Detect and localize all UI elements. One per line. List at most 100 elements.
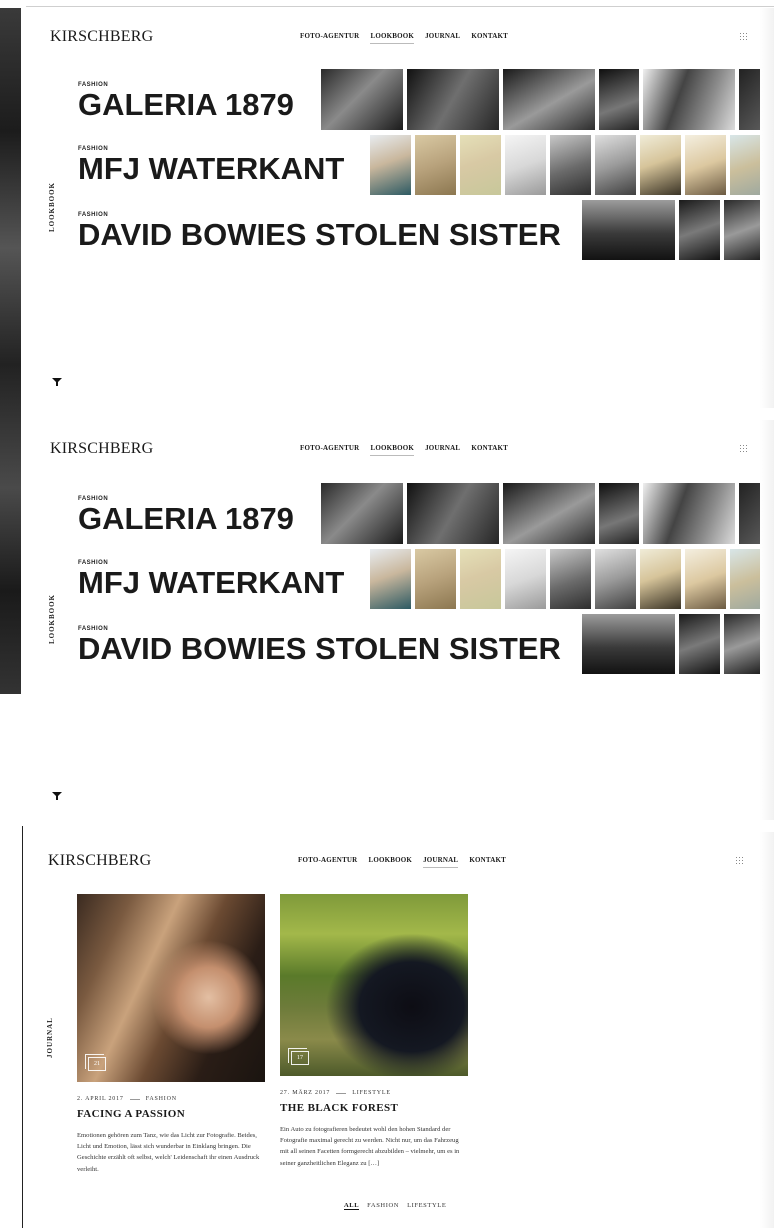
bowie-photo-strip[interactable]	[582, 200, 774, 260]
photo-thumbnail[interactable]	[321, 69, 403, 130]
post-date: 27. MÄRZ 2017	[280, 1090, 331, 1096]
entry-title[interactable]: GALERIA 1879	[78, 503, 294, 534]
post-date: 2. APRIL 2017	[77, 1096, 124, 1102]
photo-thumbnail[interactable]	[550, 135, 591, 195]
photo-thumbnail[interactable]	[679, 200, 720, 260]
photo-thumbnail[interactable]	[370, 135, 411, 195]
post-meta: 27. MÄRZ 2017 LIFESTYLE	[280, 1090, 468, 1096]
nav-kontakt[interactable]: KONTAKT	[469, 856, 506, 868]
nav-lookbook[interactable]: LOOKBOOK	[370, 32, 415, 44]
photo-thumbnail[interactable]	[407, 69, 499, 130]
entry-title[interactable]: GALERIA 1879	[78, 89, 294, 120]
meta-divider	[336, 1092, 347, 1094]
photo-thumbnail[interactable]	[582, 614, 675, 674]
background-photo-edge	[0, 8, 21, 694]
meta-divider	[129, 1098, 140, 1100]
nav-kontakt[interactable]: KONTAKT	[471, 32, 508, 44]
lookbook-page-1: KIRSCHBERG FOTO-AGENTUR LOOKBOOK JOURNAL…	[26, 8, 774, 408]
galeria-photo-strip[interactable]	[321, 69, 774, 130]
post-meta: 2. APRIL 2017 FASHION	[77, 1096, 265, 1102]
photo-thumbnail[interactable]	[415, 549, 456, 609]
lookbook-entry-bowie[interactable]: FASHION DAVID BOWIES STOLEN SISTER	[78, 212, 561, 250]
brand-logo[interactable]: KIRSCHBERG	[50, 28, 153, 46]
photo-thumbnail[interactable]	[685, 135, 726, 195]
entry-title[interactable]: DAVID BOWIES STOLEN SISTER	[78, 219, 561, 250]
photo-thumbnail[interactable]	[550, 549, 591, 609]
entry-title[interactable]: DAVID BOWIES STOLEN SISTER	[78, 633, 561, 664]
scroll-shade	[760, 420, 774, 820]
main-nav: FOTO-AGENTUR LOOKBOOK JOURNAL KONTAKT	[298, 856, 506, 868]
nav-foto-agentur[interactable]: FOTO-AGENTUR	[298, 856, 357, 868]
galeria-photo-strip[interactable]	[321, 483, 774, 544]
entry-title[interactable]: MFJ WATERKANT	[78, 153, 344, 184]
nav-foto-agentur[interactable]: FOTO-AGENTUR	[300, 32, 359, 44]
photo-thumbnail[interactable]	[643, 483, 735, 544]
filter-icon[interactable]	[52, 378, 62, 386]
category-filter-bar: ALL FASHION LIFESTYLE	[344, 1202, 446, 1210]
photo-thumbnail[interactable]	[599, 69, 639, 130]
post-title[interactable]: THE BLACK FOREST	[280, 1102, 468, 1114]
photo-thumbnail[interactable]	[460, 549, 501, 609]
photo-thumbnail[interactable]	[460, 135, 501, 195]
post-category[interactable]: LIFESTYLE	[352, 1090, 391, 1096]
photo-thumbnail[interactable]	[503, 483, 595, 544]
photo-thumbnail[interactable]	[724, 200, 765, 260]
photo-thumbnail[interactable]	[679, 614, 720, 674]
entry-title[interactable]: MFJ WATERKANT	[78, 567, 344, 598]
post-category[interactable]: FASHION	[146, 1096, 177, 1102]
gallery-count-icon: 17	[288, 1048, 309, 1065]
waterkant-photo-strip[interactable]	[370, 549, 771, 609]
photo-thumbnail[interactable]	[595, 135, 636, 195]
photo-thumbnail[interactable]	[724, 614, 765, 674]
top-border	[26, 6, 774, 7]
photo-thumbnail[interactable]	[582, 200, 675, 260]
photo-thumbnail[interactable]	[599, 483, 639, 544]
grid-icon[interactable]	[740, 445, 747, 452]
nav-journal[interactable]: JOURNAL	[423, 856, 459, 868]
lookbook-entry-bowie[interactable]: FASHION DAVID BOWIES STOLEN SISTER	[78, 626, 561, 664]
photo-thumbnail[interactable]	[505, 549, 546, 609]
journal-post-card[interactable]: 21 2. APRIL 2017 FASHION FACING A PASSIO…	[77, 894, 265, 1175]
scroll-shade	[760, 832, 774, 1228]
waterkant-photo-strip[interactable]	[370, 135, 771, 195]
photo-thumbnail[interactable]	[640, 549, 681, 609]
lookbook-entry-waterkant[interactable]: FASHION MFJ WATERKANT	[78, 146, 344, 184]
nav-lookbook[interactable]: LOOKBOOK	[370, 444, 415, 456]
photo-thumbnail[interactable]	[685, 549, 726, 609]
filter-lifestyle[interactable]: LIFESTYLE	[407, 1202, 446, 1210]
photo-thumbnail[interactable]	[595, 549, 636, 609]
post-excerpt: Ein Auto zu fotografieren bedeutet wohl …	[280, 1126, 460, 1167]
photo-thumbnail[interactable]	[503, 69, 595, 130]
journal-page: KIRSCHBERG FOTO-AGENTUR LOOKBOOK JOURNAL…	[24, 832, 774, 1228]
filter-fashion[interactable]: FASHION	[367, 1202, 399, 1210]
photo-thumbnail[interactable]	[321, 483, 403, 544]
filter-all[interactable]: ALL	[344, 1202, 360, 1210]
grid-icon[interactable]	[740, 33, 747, 40]
photo-thumbnail[interactable]	[643, 69, 735, 130]
nav-journal[interactable]: JOURNAL	[425, 32, 460, 44]
main-nav: FOTO-AGENTUR LOOKBOOK JOURNAL KONTAKT	[300, 444, 508, 456]
journal-post-card[interactable]: 17 27. MÄRZ 2017 LIFESTYLE THE BLACK FOR…	[280, 894, 468, 1169]
photo-thumbnail[interactable]	[415, 135, 456, 195]
section-label-vertical: LOOKBOOK	[48, 593, 56, 644]
post-image[interactable]: 21	[77, 894, 265, 1082]
post-image[interactable]: 17	[280, 894, 468, 1076]
photo-thumbnail[interactable]	[370, 549, 411, 609]
post-title[interactable]: FACING A PASSION	[77, 1108, 265, 1120]
lookbook-entry-galeria[interactable]: FASHION GALERIA 1879	[78, 496, 294, 534]
photo-thumbnail[interactable]	[407, 483, 499, 544]
post-excerpt: Emotionen gehören zum Tanz, wie das Lich…	[77, 1132, 260, 1173]
brand-logo[interactable]: KIRSCHBERG	[50, 440, 153, 458]
nav-foto-agentur[interactable]: FOTO-AGENTUR	[300, 444, 359, 456]
brand-logo[interactable]: KIRSCHBERG	[48, 852, 151, 870]
bowie-photo-strip[interactable]	[582, 614, 774, 674]
nav-lookbook[interactable]: LOOKBOOK	[368, 856, 412, 868]
nav-kontakt[interactable]: KONTAKT	[471, 444, 508, 456]
filter-icon[interactable]	[52, 792, 62, 800]
photo-thumbnail[interactable]	[640, 135, 681, 195]
lookbook-entry-waterkant[interactable]: FASHION MFJ WATERKANT	[78, 560, 344, 598]
lookbook-entry-galeria[interactable]: FASHION GALERIA 1879	[78, 82, 294, 120]
grid-icon[interactable]	[736, 857, 743, 864]
nav-journal[interactable]: JOURNAL	[425, 444, 460, 456]
photo-thumbnail[interactable]	[505, 135, 546, 195]
